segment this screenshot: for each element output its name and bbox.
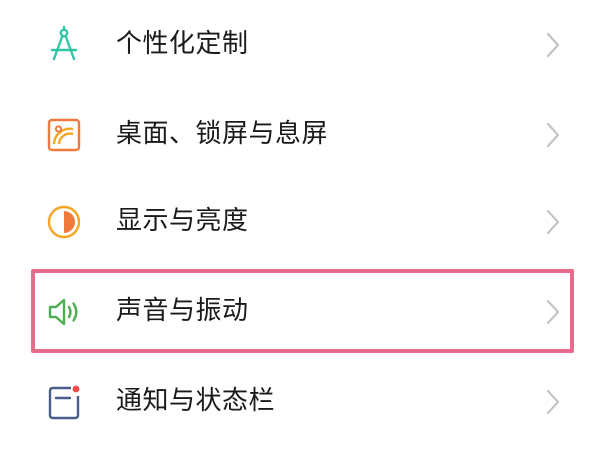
settings-item-display-brightness[interactable]: 显示与亮度 (0, 177, 600, 265)
speaker-icon (44, 292, 84, 332)
settings-item-label: 声音与振动 (116, 296, 249, 326)
chevron-right-icon (544, 387, 562, 417)
settings-item-label: 通知与状态栏 (116, 386, 276, 416)
settings-item-label: 显示与亮度 (116, 206, 249, 236)
settings-list: 个性化定制 桌面、锁屏与息屏 显示与亮度 声音与振动 通知与状态栏 (0, 0, 600, 450)
chevron-right-icon (544, 207, 562, 237)
wallpaper-icon (44, 115, 84, 155)
settings-item-personalization[interactable]: 个性化定制 (0, 0, 600, 88)
settings-item-label: 个性化定制 (116, 29, 249, 59)
chevron-right-icon (544, 297, 562, 327)
brightness-icon (44, 202, 84, 242)
settings-item-desktop-lockscreen[interactable]: 桌面、锁屏与息屏 (0, 90, 600, 178)
settings-item-notification-statusbar[interactable]: 通知与状态栏 (0, 357, 600, 445)
settings-item-sound-vibration[interactable]: 声音与振动 (0, 267, 600, 355)
chevron-right-icon (544, 120, 562, 150)
notification-icon (44, 382, 84, 422)
compass-icon (44, 25, 84, 65)
chevron-right-icon (544, 30, 562, 60)
settings-item-label: 桌面、锁屏与息屏 (116, 119, 329, 149)
